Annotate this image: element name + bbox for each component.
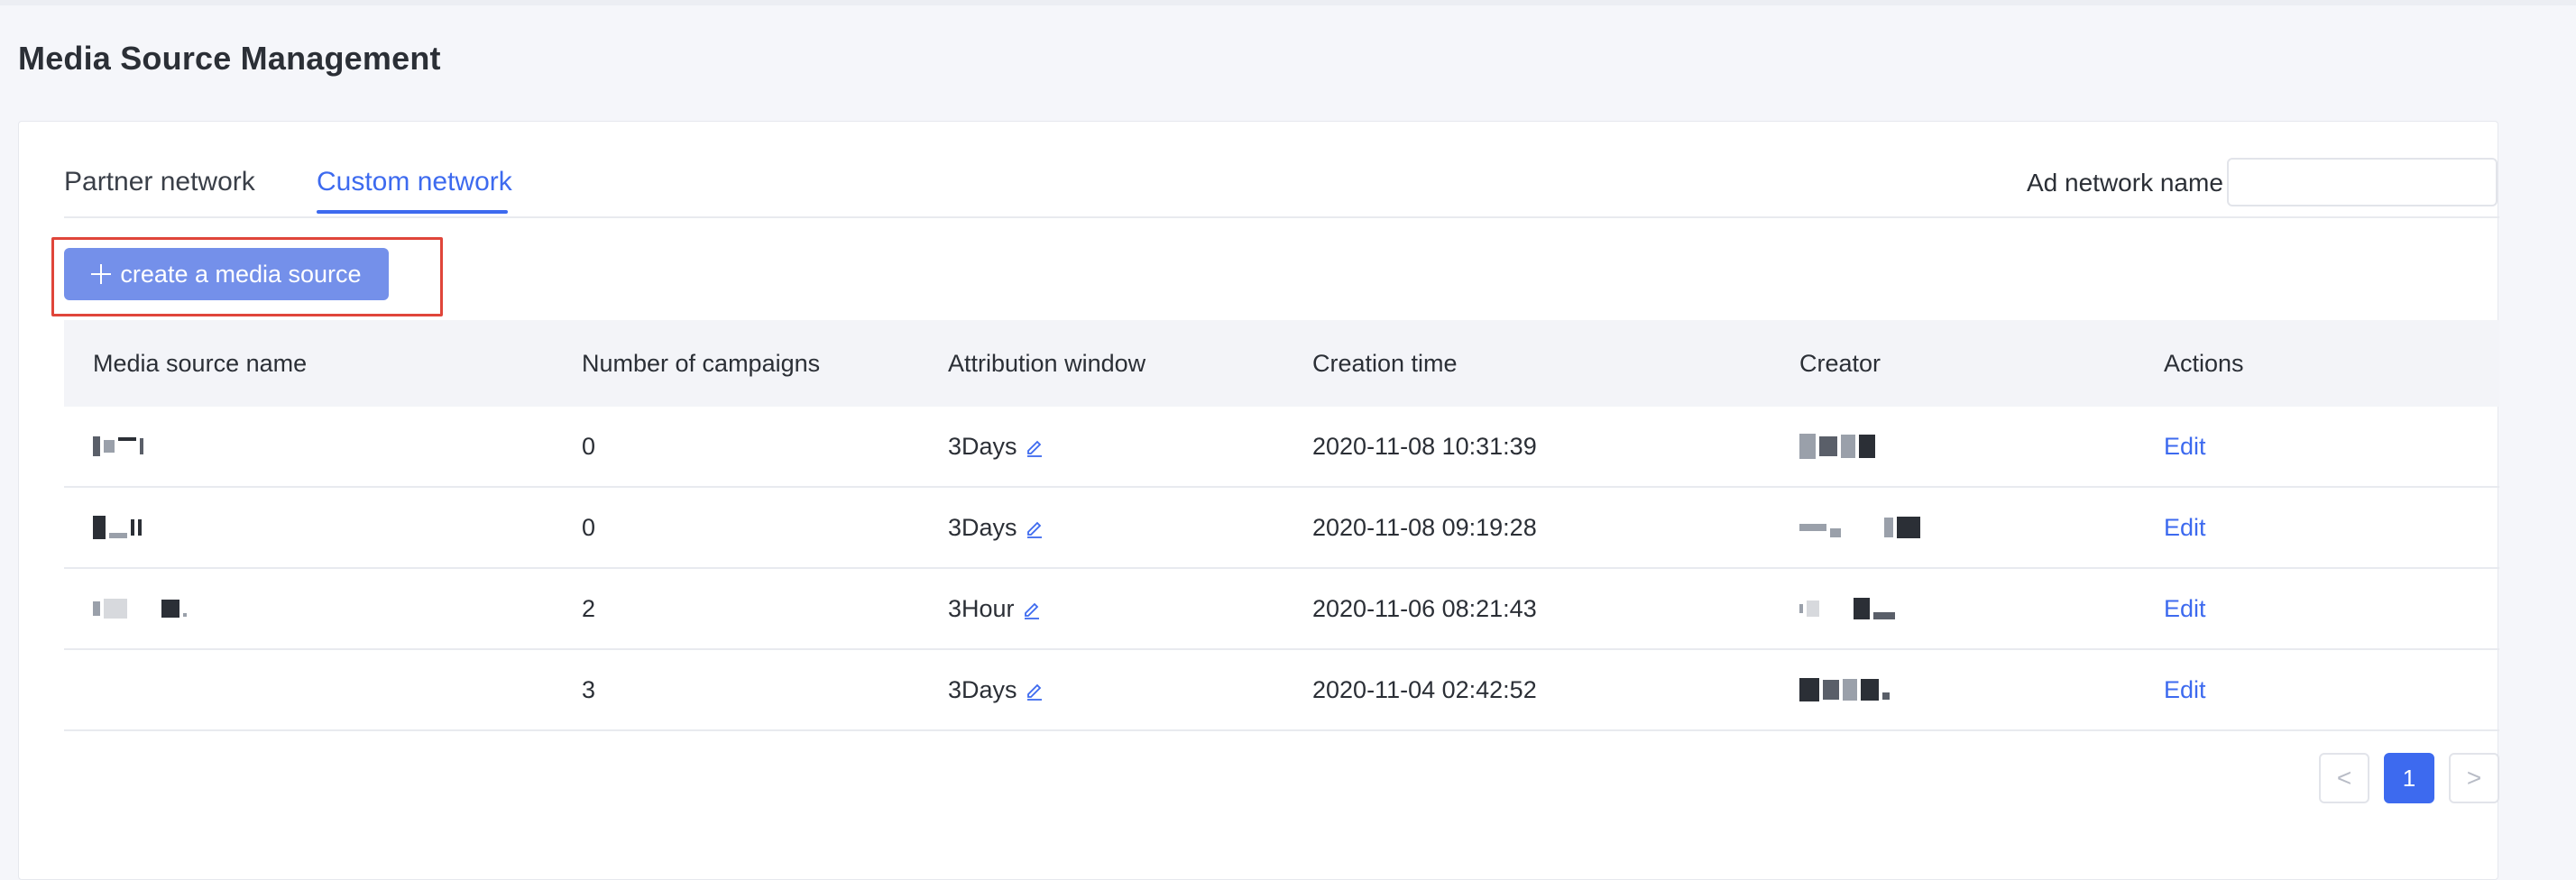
attribution-window-value: 3Days <box>948 432 1017 460</box>
prev-page-button[interactable]: < <box>2319 753 2369 803</box>
content-card: Partner network Custom network Ad networ… <box>18 121 2499 880</box>
creation-time: 2020-11-04 02:42:52 <box>1312 675 1537 703</box>
campaign-count: 3 <box>582 675 596 703</box>
tab-partner-network[interactable]: Partner network <box>64 167 255 197</box>
creator-redacted <box>1799 569 1895 648</box>
creation-time: 2020-11-08 09:19:28 <box>1312 513 1537 541</box>
attribution-window-value: 3Days <box>948 513 1017 541</box>
creation-time: 2020-11-06 08:21:43 <box>1312 594 1537 622</box>
creator-redacted <box>1799 650 1890 729</box>
ad-network-name-input[interactable] <box>2227 158 2498 206</box>
pencil-icon[interactable] <box>1025 680 1044 701</box>
create-media-source-button[interactable]: create a media source <box>64 248 389 300</box>
pencil-icon[interactable] <box>1022 599 1042 619</box>
campaign-count: 0 <box>582 432 596 460</box>
table-row: 3 3Days 2020-11-04 02:42:52 Edit <box>64 650 2499 731</box>
tab-divider <box>64 216 2499 218</box>
page-title: Media Source Management <box>18 40 441 77</box>
create-media-source-label: create a media source <box>120 260 362 288</box>
plus-icon <box>91 264 112 284</box>
header-number-of-campaigns: Number of campaigns <box>582 349 821 377</box>
header-attribution-window: Attribution window <box>948 349 1146 377</box>
attribution-window: 3Days <box>948 650 1044 729</box>
attribution-window: 3Hour <box>948 569 1042 648</box>
ad-network-name-label: Ad network name <box>2027 169 2223 197</box>
edit-link[interactable]: Edit <box>2164 650 2206 729</box>
pencil-icon[interactable] <box>1025 518 1044 538</box>
attribution-window: 3Days <box>948 488 1044 567</box>
header-creator: Creator <box>1799 349 1881 377</box>
pencil-icon[interactable] <box>1025 436 1044 457</box>
header-creation-time: Creation time <box>1312 349 1458 377</box>
header-actions: Actions <box>2164 349 2244 377</box>
creator-redacted <box>1799 407 1875 486</box>
media-source-table: Media source name Number of campaigns At… <box>64 320 2499 731</box>
header-media-source-name: Media source name <box>93 349 308 377</box>
campaign-count: 0 <box>582 513 596 541</box>
next-page-button[interactable]: > <box>2449 753 2499 803</box>
creator-redacted <box>1799 488 1920 567</box>
edit-link[interactable]: Edit <box>2164 569 2206 648</box>
creation-time: 2020-11-08 10:31:39 <box>1312 432 1537 460</box>
top-bar <box>0 0 2576 5</box>
attribution-window-value: 3Hour <box>948 594 1015 622</box>
campaign-count: 2 <box>582 594 596 622</box>
attribution-window: 3Days <box>948 407 1044 486</box>
table-row: 0 3Days 2020-11-08 10:31:39 Edit <box>64 407 2499 488</box>
table-row: 0 3Days 2020-11-08 09:19:28 Edit <box>64 488 2499 569</box>
media-source-name-redacted <box>93 407 143 486</box>
table-header: Media source name Number of campaigns At… <box>64 320 2499 407</box>
media-source-name-redacted <box>93 569 187 648</box>
attribution-window-value: 3Days <box>948 675 1017 703</box>
page-1-button[interactable]: 1 <box>2384 753 2434 803</box>
edit-link[interactable]: Edit <box>2164 407 2206 486</box>
tab-custom-network[interactable]: Custom network <box>317 167 512 197</box>
edit-link[interactable]: Edit <box>2164 488 2206 567</box>
active-tab-indicator <box>317 210 508 214</box>
table-row: 2 3Hour 2020-11-06 08:21:43 Edit <box>64 569 2499 650</box>
media-source-name-redacted <box>93 488 142 567</box>
